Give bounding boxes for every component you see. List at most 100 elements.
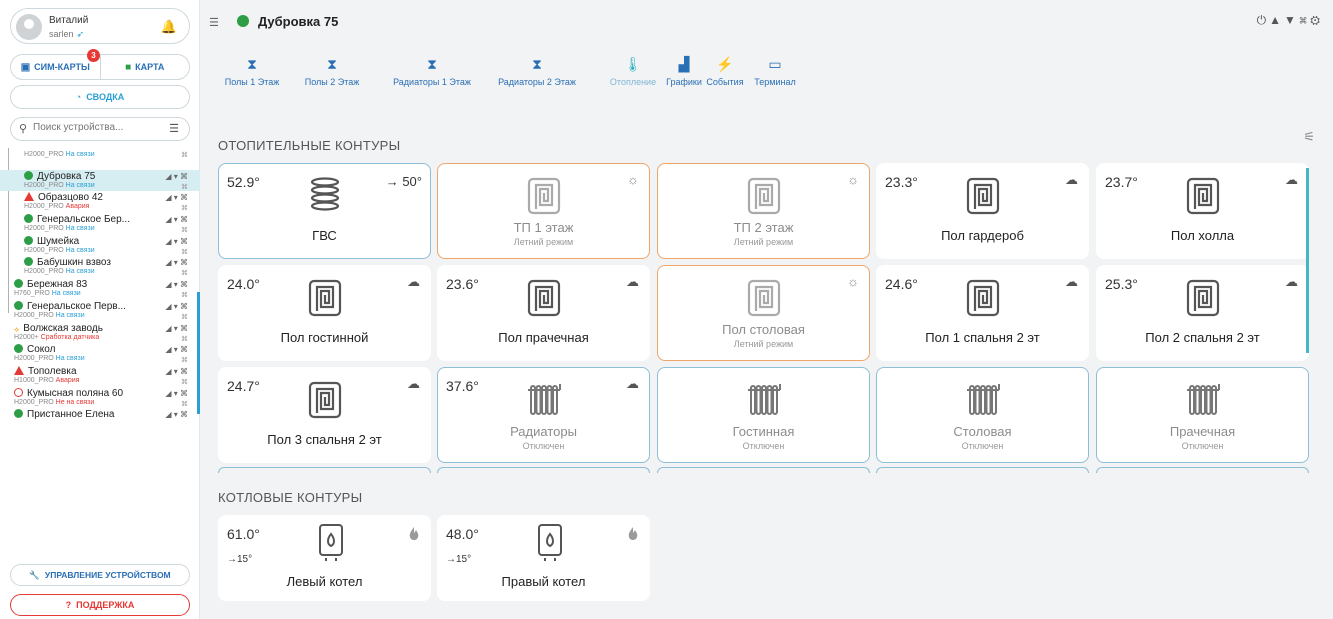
device-name: Тополевка [14,365,77,377]
tab-1[interactable]: ⧗ Полы 1 Этаж [219,54,285,88]
settings-icon[interactable]: ⚙ [1310,13,1323,27]
circuit-card[interactable]: 23.6° ☁ Пол прачечная [437,265,650,361]
sidebar-scrollbar[interactable] [197,292,200,414]
cloud-icon: ☁ [626,376,639,391]
device-type-icon: ⌘ [181,248,188,256]
device-list-item[interactable]: Образцово 42 ◢ ▾ ⌘ H2000_PRO Авария ⌘ [0,191,200,213]
circuit-card[interactable]: 23.3° ☁ Пол гардероб [876,163,1089,259]
circuit-card[interactable]: ☼ ТП 1 этаж Летний режим [437,163,650,259]
header-status-icons: ⏻▲▼⌘⚙ [1257,13,1323,28]
circuit-mode: Летний режим [733,237,794,247]
question-icon: ? [65,600,72,610]
tab-3[interactable]: ⧗ Радиаторы 1 Этаж [391,54,473,88]
device-list-item[interactable]: Бережная 83 ◢ ▾ ⌘ H760_PRO На связи ⌘ [0,278,200,300]
coil-icon [308,176,342,216]
device-status: H2000_PRO На связи [24,246,95,254]
device-management-button[interactable]: 🔧 УПРАВЛЕНИЕ УСТРОЙСТВОМ [10,564,190,586]
device-type-icon: ⌘ [181,227,188,235]
device-status: H2000_PRO На связи [24,151,95,158]
circuit-card[interactable]: Гостинная Отключен [657,367,870,463]
circuit-card[interactable]: 25.3° ☁ Пол 2 спальня 2 эт [1096,265,1309,361]
tune-icon[interactable]: ⚟ [1303,129,1315,145]
device-status-mark [14,344,23,354]
device-list-item[interactable]: Генеральское Бер... ◢ ▾ ⌘ H2000_PRO На свя… [0,213,200,235]
circuit-name: Радиаторы [510,424,577,439]
search-input[interactable] [33,122,153,133]
circuit-card[interactable]: 24.7° ☁ Пол 3 спальня 2 эт [218,367,431,463]
circuit-temperature: 23.6° [446,276,479,292]
map-button[interactable]: ■ КАРТА [101,55,190,79]
circuit-card[interactable]: 52.9° → 50° ГВС [218,163,431,259]
circuit-card[interactable]: Прачечная Отключен [1096,367,1309,463]
device-list-item[interactable]: H2000_PRO На связи ⌘ [0,148,200,170]
device-list-item[interactable]: Сокол ◢ ▾ ⌘ H2000_PRO На связи ⌘ [0,343,200,365]
circuit-card[interactable]: ☼ ТП 2 этаж Летний режим [657,163,870,259]
card-peek [657,467,870,473]
circuit-card[interactable]: 24.6° ☁ Пол 1 спальня 2 эт [876,265,1089,361]
filter-icon[interactable]: ☰ [169,122,179,135]
circuit-mode: Отключен [961,441,1004,451]
cards-scrollbar[interactable] [1306,168,1309,353]
circuit-temperature: 23.7° [1105,174,1138,190]
device-list-item[interactable]: Тополевка ◢ ▾ ⌘ H1000_PRO Авария ⌘ [0,365,200,387]
cloud-icon: ☁ [626,274,639,289]
circuit-card[interactable]: Столовая Отключен [876,367,1089,463]
device-list-item[interactable]: Генеральское Перв... ◢ ▾ ⌘ H2000_PRO На св… [0,300,200,322]
device-name: Кумысная поляна 60 [14,387,123,399]
circuit-card[interactable]: 23.7° ☁ Пол холла [1096,163,1309,259]
circuit-name: Пол 1 спальня 2 эт [925,330,1040,345]
device-type-icon: ⌘ [181,205,188,213]
device-status-mark [24,170,33,180]
flame-icon [408,526,420,545]
cloud-icon: ☁ [1285,172,1298,187]
device-type-icon: ⌘ [181,183,188,191]
device-list: H2000_PRO На связи ⌘ Дубровка 75 ◢ ▾ ⌘ H2000… [0,148,200,558]
device-list-item[interactable]: Дубровка 75 ◢ ▾ ⌘ H2000_PRO На связи ⌘ [0,169,200,192]
circuit-mode: Отключен [522,441,565,451]
tab-8[interactable]: ▭ Терминал [754,54,795,88]
device-type-icon: ⌘ [181,378,188,386]
sim-cards-button[interactable]: ▣ СИМ-КАРТЫ 3 [11,49,101,79]
tab-6[interactable]: ▟ Графики [664,54,704,88]
signal-icon: ◢ ▾ ⌘ [165,236,188,246]
floor-heating-icon [747,176,781,216]
tab-5[interactable]: 🌡 Отопление [610,54,656,88]
tab-7[interactable]: ⚡ События [706,54,744,88]
sun-icon: ☼ [847,172,859,187]
boiler-card[interactable]: 61.0° →15° Левый котел [218,515,431,601]
tab-4[interactable]: ⧗ Радиаторы 2 Этаж [497,54,577,88]
device-list-item[interactable]: Пристанное Елена ◢ ▾ ⌘ [0,408,200,430]
summary-button[interactable]: ◔ СВОДКА [10,85,190,109]
device-status: H2000+ Сработка датчика [14,333,100,341]
device-list-item[interactable]: Бабушкин взвоз ◢ ▾ ⌘ H2000_PRO На связи ⌘ [0,256,200,278]
floor-heating-icon [308,380,342,420]
signal-icon: ◢ ▾ ⌘ [165,258,188,268]
sidebar: Виталий sarlen ➶ 🔔 ▣ СИМ-КАРТЫ 3 ■ КАРТА … [0,0,200,619]
device-status: H2000_PRO На связи [14,355,85,363]
signal-icon: ◢ ▾ ⌘ [165,193,188,203]
bell-icon[interactable]: 🔔 [161,19,177,35]
device-list-item[interactable]: Шумейка ◢ ▾ ⌘ H2000_PRO На связи ⌘ [0,235,200,257]
circuit-card[interactable]: ☼ Пол столовая Летний режим [657,265,870,361]
avatar [16,14,42,40]
boiler-card[interactable]: 48.0° →15° Правый котел [437,515,650,601]
circuit-card[interactable]: 37.6° ☁ Радиаторы Отключен [437,367,650,463]
signal-icon: ◢ ▾ ⌘ [165,410,188,420]
circuit-name: Прачечная [1169,424,1236,439]
collapse-menu-icon[interactable]: ☰ [209,16,219,29]
tab-2[interactable]: ⧗ Полы 2 Этаж [300,54,364,88]
device-name: Дубровка 75 [24,170,95,182]
support-button[interactable]: ? ПОДДЕРЖКА [10,594,190,616]
device-status: H2000_PRO На связи [24,225,95,233]
device-name: Образцово 42 [24,192,103,203]
radiator-icon [966,380,1000,420]
user-profile[interactable]: Виталий sarlen ➶ 🔔 [10,8,190,44]
device-list-item[interactable]: ⟡ Волжская заводь ◢ ▾ ⌘ H2000+ Сработка дат… [0,322,200,344]
tab-label: Радиаторы 2 Этаж [498,77,576,87]
circuit-name: Пол 3 спальня 2 эт [267,432,382,447]
chart-icon: ▟ [678,56,690,72]
device-list-item[interactable]: Кумысная поляна 60 ◢ ▾ ⌘ H2000_PRO Не на с… [0,387,200,409]
circuit-name: Пол гардероб [941,228,1024,243]
circuit-temperature: 25.3° [1105,276,1138,292]
circuit-card[interactable]: 24.0° ☁ Пол гостинной [218,265,431,361]
